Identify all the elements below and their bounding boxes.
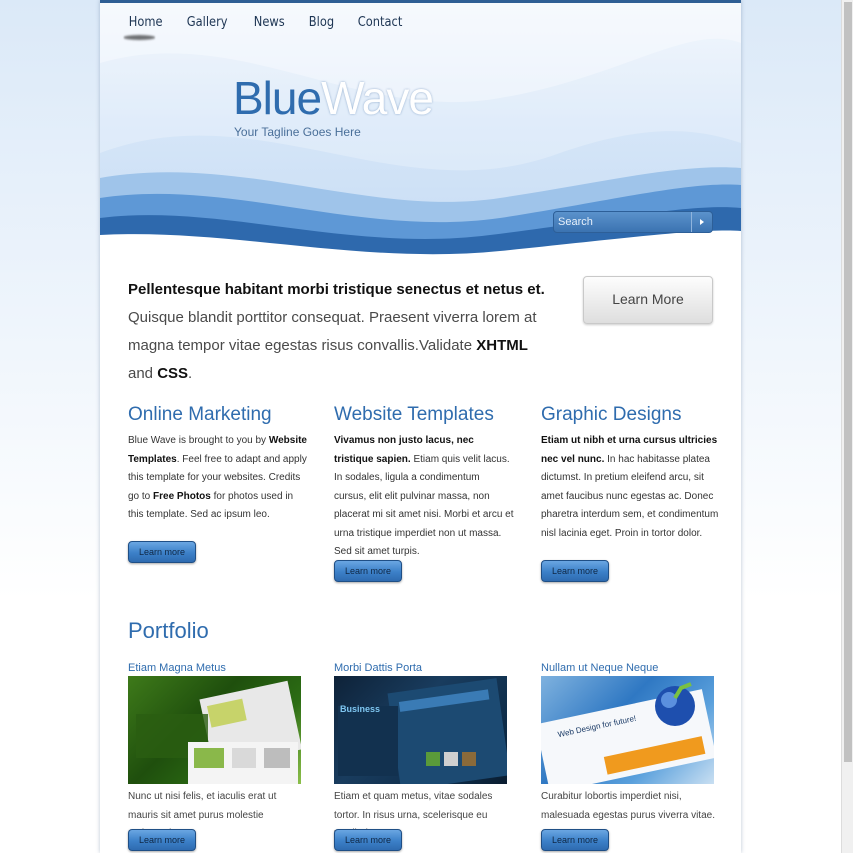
thumbnail-art [136,680,301,784]
scrollbar-thumb[interactable] [844,2,852,762]
portfolio-item-text: Curabitur lobortis imperdiet nisi, males… [541,791,715,821]
column-text: Vivamus non justo lacus, nec tristique s… [334,432,514,562]
learn-more-button[interactable]: Learn more [128,829,196,851]
thumbnail-art [338,678,507,784]
portfolio-item-title[interactable]: Morbi Dattis Porta [334,660,514,676]
site-logo[interactable]: BlueWave [233,72,434,124]
nav-home[interactable]: Home [120,13,171,33]
learn-more-button[interactable]: Learn More [583,276,713,324]
portfolio-item-title[interactable]: Etiam Magna Metus [128,660,308,676]
nav-blog[interactable]: Blog [300,13,343,33]
intro-period: . [188,365,193,382]
column-title: Website Templates [334,404,494,425]
column-website-templates: Website Templates Vivamus non justo lacu… [334,400,514,562]
logo-part-blue: Blue [233,72,322,124]
logo-part-wave: Wave [321,72,434,124]
portfolio-item: Morbi Dattis Porta Business Etiam et qua… [334,660,514,844]
nav-news[interactable]: News [245,13,294,33]
portfolio-item: Nullam ut Neque Neque Web Design for fut… [541,660,721,825]
portfolio-item: Etiam Magna Metus Nunc ut nisi felis, et… [128,660,308,844]
portfolio-item-title[interactable]: Nullam ut Neque Neque [541,660,721,676]
column-text-part: In hac habitasse platea dictumst. In pre… [541,453,719,539]
search-box [553,211,713,233]
column-graphic-designs: Graphic Designs Etiam ut nibh et urna cu… [541,400,721,543]
nav-contact[interactable]: Contact [349,13,411,33]
column-text: Blue Wave is brought to you by Website T… [128,432,308,525]
search-input[interactable] [556,213,694,231]
page-container: Home Gallery News Blog Contact BlueWave … [100,0,741,853]
column-text: Etiam ut nibh et urna cursus ultricies n… [541,432,721,543]
portfolio-thumbnail[interactable] [128,676,301,784]
nav-gallery[interactable]: Gallery [178,13,236,33]
thumbnail-label: Business [340,704,381,714]
intro-lead: Pellentesque habitant morbi tristique se… [128,281,545,298]
intro-section: Pellentesque habitant morbi tristique se… [128,280,548,388]
portfolio-title: Portfolio [128,618,209,643]
site-tagline: Your Tagline Goes Here [234,125,361,139]
intro-and: and [128,365,158,382]
column-text-part: Etiam quis velit lacus. In sodales, ligu… [334,453,514,558]
column-title: Online Marketing [128,404,272,425]
main-nav: Home Gallery News Blog Contact [120,13,419,33]
column-title: Graphic Designs [541,404,682,425]
column-online-marketing: Online Marketing Blue Wave is brought to… [128,400,308,525]
portfolio-thumbnail[interactable]: Web Design for future! [541,676,714,784]
free-photos-link[interactable]: Free Photos [153,491,211,502]
portfolio-thumbnail[interactable]: Business [334,676,507,784]
triangle-right-icon [700,219,704,225]
css-link[interactable]: CSS [157,365,188,382]
column-text-part: Blue Wave is brought to you by [128,435,269,446]
learn-more-button[interactable]: Learn more [334,560,402,582]
search-button[interactable] [691,212,712,232]
xhtml-link[interactable]: XHTML [476,337,528,354]
intro-text: Quisque blandit porttitor consequat. Pra… [128,304,548,388]
header: Home Gallery News Blog Contact BlueWave … [100,3,741,265]
vertical-scrollbar[interactable] [841,0,853,853]
learn-more-button[interactable]: Learn more [541,829,609,851]
learn-more-button[interactable]: Learn more [128,541,196,563]
learn-more-button[interactable]: Learn more [541,560,609,582]
learn-more-button[interactable]: Learn more [334,829,402,851]
